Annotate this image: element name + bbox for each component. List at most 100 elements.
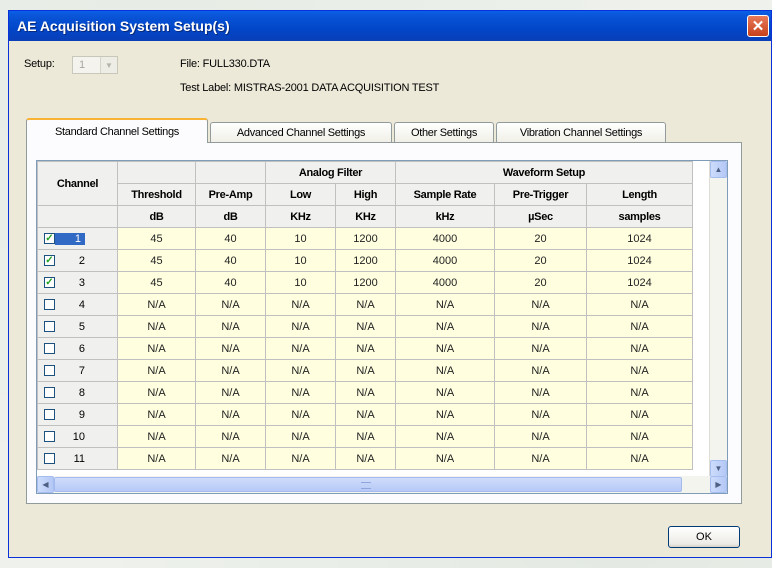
table-cell[interactable]: 40 — [195, 227, 266, 250]
table-cell[interactable]: N/A — [494, 315, 587, 338]
title-bar[interactable]: AE Acquisition System Setup(s) ✕ — [9, 11, 771, 41]
table-cell[interactable]: N/A — [494, 359, 587, 382]
col-length-header[interactable]: Length — [586, 183, 693, 206]
table-cell[interactable]: N/A — [117, 425, 196, 448]
table-cell[interactable]: N/A — [265, 381, 336, 404]
col-pre-trigger-header[interactable]: Pre-Trigger — [494, 183, 587, 206]
table-cell[interactable]: N/A — [117, 359, 196, 382]
table-cell[interactable]: N/A — [117, 403, 196, 426]
table-cell[interactable]: N/A — [195, 403, 266, 426]
channel-cell[interactable]: 10 — [37, 425, 118, 448]
table-cell[interactable]: 10 — [265, 227, 336, 250]
channel-cell[interactable]: ✓ 3 — [37, 271, 118, 294]
table-cell[interactable]: N/A — [586, 293, 693, 316]
channel-cell[interactable]: 4 — [37, 293, 118, 316]
table-cell[interactable]: N/A — [395, 315, 495, 338]
channel-checkbox[interactable] — [44, 321, 55, 333]
table-cell[interactable]: N/A — [586, 337, 693, 360]
table-cell[interactable]: N/A — [117, 381, 196, 404]
vertical-scrollbar[interactable]: ▲ ▼ — [709, 161, 727, 477]
col-threshold-header[interactable]: Threshold — [117, 183, 196, 206]
table-cell[interactable]: N/A — [395, 381, 495, 404]
table-row[interactable]: ✓ 3 45 40 10 1200 4000 20 1024 — [37, 271, 693, 294]
channel-cell[interactable]: 8 — [37, 381, 118, 404]
channel-checkbox[interactable] — [44, 431, 55, 443]
table-cell[interactable]: 1024 — [586, 249, 693, 272]
table-cell[interactable]: N/A — [117, 447, 196, 470]
table-cell[interactable]: N/A — [335, 359, 396, 382]
col-low-header[interactable]: Low — [265, 183, 336, 206]
table-cell[interactable]: N/A — [494, 293, 587, 316]
table-row[interactable]: 5 N/A N/A N/A N/A N/A N/A N/A — [37, 315, 693, 338]
horizontal-scrollbar[interactable]: ◀ ▶ — [37, 476, 727, 493]
table-cell[interactable]: N/A — [265, 425, 336, 448]
table-cell[interactable]: N/A — [195, 315, 266, 338]
tab-standard-channel-settings[interactable]: Standard Channel Settings — [26, 118, 208, 143]
table-cell[interactable]: N/A — [117, 337, 196, 360]
channel-checkbox[interactable]: ✓ — [44, 277, 55, 289]
table-cell[interactable]: N/A — [195, 447, 266, 470]
table-cell[interactable]: N/A — [195, 293, 266, 316]
table-cell[interactable]: 10 — [265, 249, 336, 272]
table-cell[interactable]: 20 — [494, 249, 587, 272]
table-cell[interactable]: N/A — [494, 447, 587, 470]
channel-checkbox[interactable]: ✓ — [44, 255, 55, 267]
table-row[interactable]: 6 N/A N/A N/A N/A N/A N/A N/A — [37, 337, 693, 360]
table-cell[interactable]: 40 — [195, 249, 266, 272]
table-row[interactable]: 7 N/A N/A N/A N/A N/A N/A N/A — [37, 359, 693, 382]
col-sample-rate-header[interactable]: Sample Rate — [395, 183, 495, 206]
col-preamp-header[interactable]: Pre-Amp — [195, 183, 266, 206]
table-cell[interactable]: N/A — [195, 337, 266, 360]
table-cell[interactable]: N/A — [395, 403, 495, 426]
table-cell[interactable]: N/A — [265, 337, 336, 360]
table-row[interactable]: ✓ 2 45 40 10 1200 4000 20 1024 — [37, 249, 693, 272]
channel-checkbox[interactable] — [44, 409, 55, 421]
table-row[interactable]: 9 N/A N/A N/A N/A N/A N/A N/A — [37, 403, 693, 426]
table-cell[interactable]: 40 — [195, 271, 266, 294]
table-cell[interactable]: N/A — [395, 337, 495, 360]
table-cell[interactable]: N/A — [117, 293, 196, 316]
table-cell[interactable]: N/A — [335, 293, 396, 316]
table-cell[interactable]: N/A — [335, 425, 396, 448]
table-cell[interactable]: 45 — [117, 271, 196, 294]
tab-vibration-channel-settings[interactable]: Vibration Channel Settings — [496, 122, 666, 142]
channel-cell[interactable]: ✓ 2 — [37, 249, 118, 272]
table-cell[interactable]: N/A — [586, 381, 693, 404]
table-cell[interactable]: N/A — [586, 403, 693, 426]
ok-button[interactable]: OK — [668, 526, 740, 548]
channel-cell[interactable]: 9 — [37, 403, 118, 426]
table-cell[interactable]: 4000 — [395, 249, 495, 272]
table-cell[interactable]: N/A — [195, 359, 266, 382]
col-channel-header[interactable]: Channel — [37, 161, 118, 206]
table-cell[interactable]: N/A — [195, 425, 266, 448]
table-row[interactable]: 4 N/A N/A N/A N/A N/A N/A N/A — [37, 293, 693, 316]
scroll-right-button[interactable]: ▶ — [710, 476, 727, 493]
table-cell[interactable]: N/A — [335, 381, 396, 404]
horizontal-scroll-thumb[interactable] — [54, 477, 682, 492]
channel-cell[interactable]: 11 — [37, 447, 118, 470]
table-cell[interactable]: 4000 — [395, 271, 495, 294]
table-cell[interactable]: N/A — [395, 447, 495, 470]
table-cell[interactable]: N/A — [586, 315, 693, 338]
channel-grid[interactable]: Channel Analog Filter Waveform Setup Thr… — [36, 160, 728, 494]
table-cell[interactable]: 10 — [265, 271, 336, 294]
channel-cell[interactable]: 6 — [37, 337, 118, 360]
channel-checkbox[interactable] — [44, 299, 55, 311]
tab-other-settings[interactable]: Other Settings — [394, 122, 494, 142]
table-cell[interactable]: N/A — [335, 403, 396, 426]
table-cell[interactable]: 20 — [494, 271, 587, 294]
channel-cell[interactable]: ✓ 1 — [37, 227, 118, 250]
table-cell[interactable]: N/A — [335, 315, 396, 338]
table-cell[interactable]: N/A — [494, 425, 587, 448]
table-cell[interactable]: N/A — [395, 359, 495, 382]
table-cell[interactable]: N/A — [335, 337, 396, 360]
table-cell[interactable]: N/A — [586, 359, 693, 382]
table-cell[interactable]: 20 — [494, 227, 587, 250]
table-cell[interactable]: N/A — [586, 425, 693, 448]
table-cell[interactable]: 1024 — [586, 227, 693, 250]
table-cell[interactable]: N/A — [265, 403, 336, 426]
channel-checkbox[interactable] — [44, 343, 55, 355]
table-cell[interactable]: 4000 — [395, 227, 495, 250]
table-cell[interactable]: 1200 — [335, 271, 396, 294]
table-cell[interactable]: 1024 — [586, 271, 693, 294]
